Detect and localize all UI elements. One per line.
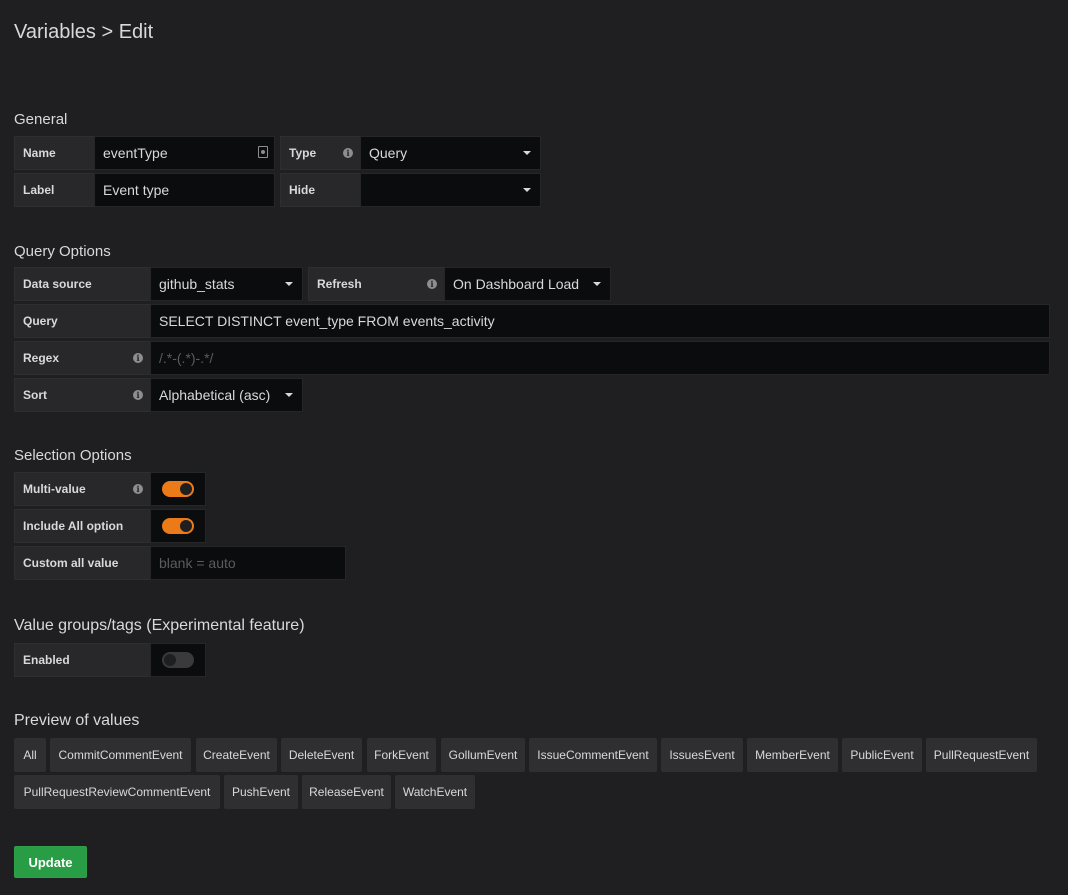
preview-value-chip: ForkEvent — [367, 738, 436, 772]
query-input-value: SELECT DISTINCT event_type FROM events_a… — [159, 313, 495, 329]
caret-down-icon — [285, 282, 293, 286]
update-button[interactable]: Update — [14, 846, 87, 878]
hide-label: Hide — [280, 173, 361, 207]
page-title: Variables > Edit — [14, 21, 154, 43]
refresh-label: Refresh i — [308, 267, 445, 301]
info-icon[interactable]: i — [427, 279, 437, 289]
caret-down-icon — [593, 282, 601, 286]
include-all-toggle[interactable] — [162, 518, 194, 534]
preview-value-chip: GollumEvent — [441, 738, 525, 772]
type-label: Type i — [280, 136, 361, 170]
name-input[interactable]: eventType — [94, 136, 275, 170]
custom-all-placeholder: blank = auto — [159, 555, 236, 571]
preview-value-chip: CreateEvent — [196, 738, 277, 772]
datasource-select[interactable]: github_stats — [150, 267, 303, 301]
multi-value-toggle-cell — [150, 472, 206, 506]
preview-value-chip: ReleaseEvent — [302, 775, 391, 809]
refresh-select[interactable]: On Dashboard Load — [444, 267, 611, 301]
query-label: Query — [14, 304, 151, 338]
type-label-text: Type — [289, 146, 317, 160]
include-all-toggle-cell — [150, 509, 206, 543]
preview-value-chip: DeleteEvent — [281, 738, 362, 772]
type-select-value: Query — [369, 145, 408, 161]
sort-select[interactable]: Alphabetical (asc) — [150, 378, 303, 412]
sort-label: Sort i — [14, 378, 151, 412]
custom-all-input[interactable]: blank = auto — [150, 546, 346, 580]
include-all-label: Include All option — [14, 509, 151, 543]
regex-label: Regex i — [14, 341, 151, 375]
name-label: Name — [14, 136, 95, 170]
preview-value-chip: IssueCommentEvent — [529, 738, 657, 772]
hide-select[interactable] — [360, 173, 541, 207]
info-icon[interactable]: i — [133, 353, 143, 363]
multi-value-label: Multi-value i — [14, 472, 151, 506]
preview-value-chip: PullRequestEvent — [926, 738, 1037, 772]
info-icon[interactable]: i — [133, 484, 143, 494]
refresh-label-text: Refresh — [317, 277, 362, 291]
contact-card-icon — [258, 146, 268, 158]
regex-input-placeholder: /.*-(.*)-.*/ — [159, 350, 214, 366]
info-icon[interactable]: i — [133, 390, 143, 400]
preview-heading: Preview of values — [14, 712, 140, 729]
preview-value-chip: WatchEvent — [395, 775, 475, 809]
label-input[interactable]: Event type — [94, 173, 275, 207]
caret-down-icon — [523, 188, 531, 192]
preview-value-chip: PushEvent — [224, 775, 298, 809]
query-options-heading: Query Options — [14, 243, 111, 260]
caret-down-icon — [523, 151, 531, 155]
enabled-toggle[interactable] — [162, 652, 194, 668]
multi-value-toggle[interactable] — [162, 481, 194, 497]
value-groups-heading: Value groups/tags (Experimental feature) — [14, 617, 305, 634]
info-icon[interactable]: i — [343, 148, 353, 158]
regex-input[interactable]: /.*-(.*)-.*/ — [150, 341, 1050, 375]
custom-all-label: Custom all value — [14, 546, 151, 580]
caret-down-icon — [285, 393, 293, 397]
general-heading: General — [14, 111, 68, 128]
type-select[interactable]: Query — [360, 136, 541, 170]
regex-label-text: Regex — [23, 351, 60, 365]
enabled-toggle-cell — [150, 643, 206, 677]
preview-value-chip: CommitCommentEvent — [50, 738, 191, 772]
datasource-label: Data source — [14, 267, 151, 301]
preview-value-chip: MemberEvent — [747, 738, 838, 772]
preview-value-chip: All — [14, 738, 46, 772]
selection-options-heading: Selection Options — [14, 447, 132, 464]
preview-value-chip: PublicEvent — [842, 738, 922, 772]
query-input[interactable]: SELECT DISTINCT event_type FROM events_a… — [150, 304, 1050, 338]
sort-select-value: Alphabetical (asc) — [159, 387, 271, 403]
preview-value-chip: PullRequestReviewCommentEvent — [14, 775, 220, 809]
name-input-value: eventType — [103, 145, 168, 161]
datasource-select-value: github_stats — [159, 276, 235, 292]
label-input-value: Event type — [103, 182, 170, 198]
preview-value-chip: IssuesEvent — [661, 738, 743, 772]
enabled-label: Enabled — [14, 643, 151, 677]
sort-label-text: Sort — [23, 388, 47, 402]
refresh-select-value: On Dashboard Load — [453, 276, 580, 292]
multi-value-label-text: Multi-value — [23, 482, 86, 496]
label-label: Label — [14, 173, 95, 207]
